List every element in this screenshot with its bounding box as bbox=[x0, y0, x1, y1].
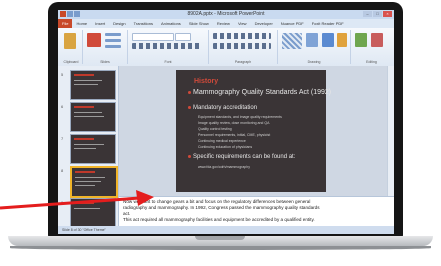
tab-home[interactable]: Home bbox=[72, 19, 91, 28]
slide-bullet: Specific requirements can be found at: bbox=[188, 154, 295, 160]
slide-thumbnail[interactable] bbox=[70, 134, 116, 164]
save-icon[interactable] bbox=[67, 11, 73, 17]
paragraph-group: Paragraph bbox=[209, 30, 278, 64]
quick-styles-icon[interactable] bbox=[322, 33, 334, 47]
paste-icon[interactable] bbox=[64, 33, 76, 49]
slide-number: 8 bbox=[61, 168, 64, 173]
undo-icon[interactable] bbox=[74, 11, 80, 17]
font-format-buttons[interactable] bbox=[132, 43, 202, 49]
slide-bullet: Mammography Quality Standards Act (1992) bbox=[188, 89, 331, 96]
editing-label: Editing bbox=[366, 60, 377, 64]
font-group: Font bbox=[128, 30, 209, 64]
slide-bullet-text: Mandatory accreditation bbox=[193, 105, 258, 111]
editing-group: Editing bbox=[351, 30, 392, 64]
slide-sub-bullet: Quality control testing bbox=[198, 127, 232, 131]
slide-bullet-text: Mammography Quality Standards Act (1992) bbox=[193, 89, 332, 96]
ribbon: Clipboard Slides Font Paragraph Drawing bbox=[58, 28, 394, 67]
slide-thumbnail[interactable] bbox=[70, 102, 116, 132]
drawing-group: Drawing bbox=[278, 30, 351, 64]
select-icon[interactable] bbox=[371, 33, 383, 47]
clipboard-group: Clipboard bbox=[60, 30, 83, 64]
slide[interactable]: History Mammography Quality Standards Ac… bbox=[176, 70, 331, 192]
section-button[interactable] bbox=[105, 45, 121, 48]
slide-sub-bullet-link: www.fda.gov/cdrh/mammography bbox=[198, 165, 250, 169]
slide-sub-bullet: Image quality review, dose monitoring an… bbox=[198, 121, 270, 125]
powerpoint-window: 8902A.pptx - Microsoft PowerPoint – □ × … bbox=[58, 10, 394, 234]
slide-number: 7 bbox=[61, 136, 64, 141]
slide-bullet: Mandatory accreditation bbox=[188, 105, 257, 111]
tab-slide-show[interactable]: Slide Show bbox=[185, 19, 213, 28]
shapes-gallery[interactable] bbox=[282, 33, 302, 49]
laptop-foot bbox=[10, 246, 431, 250]
slide-thumbnails-pane: 5 6 7 8 9 bbox=[58, 66, 119, 228]
shape-fill-icon[interactable] bbox=[337, 33, 347, 47]
close-button[interactable]: × bbox=[383, 11, 392, 17]
paragraph-label: Paragraph bbox=[234, 60, 252, 64]
tab-file[interactable]: File bbox=[58, 19, 73, 28]
list-buttons[interactable] bbox=[213, 33, 271, 39]
slide-number: 5 bbox=[61, 72, 64, 77]
drawing-label: Drawing bbox=[307, 60, 321, 64]
find-icon[interactable] bbox=[355, 33, 367, 47]
maximize-button[interactable]: □ bbox=[373, 11, 382, 17]
notes-line: This act required all mammography facili… bbox=[123, 217, 315, 222]
slide-sub-bullet: Equipment standards, and image quality r… bbox=[198, 115, 282, 119]
tab-foxit-pdf[interactable]: Foxit Reader PDF bbox=[308, 19, 348, 28]
tab-nuance-pdf[interactable]: Nuance PDF bbox=[277, 19, 308, 28]
tab-animations[interactable]: Animations bbox=[157, 19, 185, 28]
align-buttons[interactable] bbox=[213, 43, 271, 49]
status-text: Slide 8 of 30 "Office Theme" bbox=[62, 228, 106, 232]
notes-pane[interactable]: Now we want to change gears a bit and fo… bbox=[119, 196, 394, 226]
laptop-notch bbox=[195, 236, 245, 240]
tab-insert[interactable]: Insert bbox=[91, 19, 109, 28]
layout-button[interactable] bbox=[105, 33, 121, 36]
slide-sub-bullet: Personnel requirements, initial, CME, ph… bbox=[198, 133, 271, 137]
tab-review[interactable]: Review bbox=[213, 19, 234, 28]
reset-button[interactable] bbox=[105, 39, 121, 42]
slide-sub-bullet: Continuing medical experience bbox=[198, 139, 246, 143]
tab-developer[interactable]: Developer bbox=[251, 19, 277, 28]
window-title: 8902A.pptx - Microsoft PowerPoint bbox=[187, 11, 265, 17]
title-bar: 8902A.pptx - Microsoft PowerPoint – □ × bbox=[58, 10, 394, 19]
font-family-select[interactable] bbox=[132, 33, 174, 41]
window-controls: – □ × bbox=[363, 11, 392, 17]
slides-group: Slides bbox=[83, 30, 128, 64]
status-bar: Slide 8 of 30 "Office Theme" bbox=[58, 226, 394, 234]
tab-transitions[interactable]: Transitions bbox=[130, 19, 157, 28]
quick-access-toolbar[interactable] bbox=[60, 11, 80, 17]
slide-number: 6 bbox=[61, 104, 64, 109]
minimize-button[interactable]: – bbox=[363, 11, 372, 17]
slides-label: Slides bbox=[100, 60, 110, 64]
slide-thumbnail[interactable] bbox=[70, 198, 116, 228]
font-label: Font bbox=[164, 60, 172, 64]
powerpoint-app-icon bbox=[60, 11, 66, 17]
slide-bullet-text: Specific requirements can be found at: bbox=[193, 154, 296, 160]
slide-thumbnail-selected[interactable] bbox=[70, 166, 118, 198]
new-slide-icon[interactable] bbox=[87, 33, 101, 47]
font-size-select[interactable] bbox=[175, 33, 191, 41]
slide-number: 9 bbox=[61, 200, 64, 205]
ribbon-tabs: File Home Insert Design Transitions Anim… bbox=[58, 19, 394, 28]
slide-thumbnail[interactable] bbox=[70, 70, 116, 100]
slide-sub-bullet: Continuing education of physicians bbox=[198, 145, 253, 149]
tab-view[interactable]: View bbox=[234, 19, 251, 28]
slide-heading: History bbox=[194, 78, 219, 85]
clipboard-label: Clipboard bbox=[63, 60, 79, 64]
vertical-scrollbar[interactable] bbox=[387, 66, 394, 196]
arrange-icon[interactable] bbox=[306, 33, 318, 47]
tab-design[interactable]: Design bbox=[109, 19, 129, 28]
